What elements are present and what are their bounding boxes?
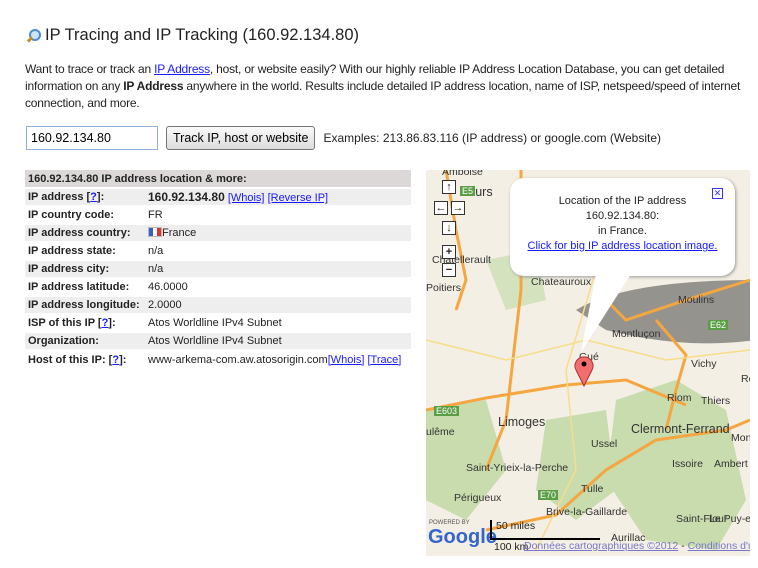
intro-bold: IP Address bbox=[123, 79, 184, 93]
road-shield: E5 bbox=[460, 186, 476, 196]
pan-right-button[interactable]: → bbox=[451, 201, 465, 215]
trace-link[interactable]: [Trace] bbox=[367, 354, 401, 366]
table-row: IP address state: n/a bbox=[25, 241, 411, 260]
row-value: France bbox=[162, 227, 197, 239]
row-label: IP address [ bbox=[28, 191, 91, 203]
row-label: IP address state: bbox=[25, 241, 145, 260]
map-place-label: Amboise bbox=[442, 170, 483, 178]
map-place-label: Ro bbox=[741, 373, 750, 385]
row-value: n/a bbox=[145, 259, 411, 278]
row-label: ISP of this IP [ bbox=[28, 317, 102, 329]
title-text: IP Tracing and IP Tracking (160.92.134.8… bbox=[45, 26, 360, 44]
track-button[interactable]: Track IP, host or website bbox=[166, 126, 316, 150]
bubble-line: 160.92.134.80: bbox=[585, 210, 660, 222]
map-place-label: Chateauroux bbox=[531, 276, 592, 288]
pan-up-button[interactable]: ↑ bbox=[442, 180, 456, 194]
map-place-label: Thiers bbox=[701, 395, 731, 407]
table-row: ISP of this IP [?]: Atos Worldline IPv4 S… bbox=[25, 313, 411, 332]
whois-link[interactable]: [Whois] bbox=[228, 192, 265, 204]
row-value: FR bbox=[145, 205, 411, 224]
table-row: IP address country: France bbox=[25, 223, 411, 242]
table-row: IP address latitude: 46.0000 bbox=[25, 277, 411, 296]
row-label: IP address city: bbox=[25, 259, 145, 278]
row-value: www-arkema-com.aw.atosorigin.com bbox=[148, 353, 328, 366]
map-place-label: Brive-la-Gaillarde bbox=[546, 506, 628, 518]
table-row: IP country code: FR bbox=[25, 205, 411, 224]
location-map[interactable]: Amboise Tours Châtellerault Poitiers Chateau… bbox=[426, 170, 750, 556]
ip-input[interactable] bbox=[26, 126, 158, 150]
row-label: IP address longitude: bbox=[25, 295, 145, 314]
whois-link[interactable]: [Whois] bbox=[328, 354, 365, 366]
row-label: Organization: bbox=[25, 331, 145, 350]
help-link[interactable]: ? bbox=[102, 317, 109, 329]
map-place-label: Vichy bbox=[691, 358, 717, 370]
france-flag-icon bbox=[148, 227, 162, 237]
page-title: IP Tracing and IP Tracking (160.92.134.8… bbox=[25, 26, 359, 45]
pan-down-button[interactable]: ↓ bbox=[442, 221, 456, 235]
table-row: IP address [?]: 160.92.134.80 [Whois] [Re… bbox=[25, 187, 411, 206]
big-image-link[interactable]: Click for big IP address location image. bbox=[528, 240, 718, 252]
table-row: IP address city: n/a bbox=[25, 259, 411, 278]
map-place-label: Poitiers bbox=[426, 282, 462, 294]
ip-address-link[interactable]: IP Address bbox=[154, 62, 210, 76]
map-place-label: ulême bbox=[426, 426, 455, 438]
row-value: 46.0000 bbox=[145, 277, 411, 296]
map-place-label: Ambert bbox=[714, 458, 748, 470]
bubble-line: in France. bbox=[598, 225, 647, 237]
road-shield: E70 bbox=[538, 490, 559, 500]
separator: - bbox=[678, 540, 688, 552]
help-link[interactable]: ? bbox=[90, 191, 97, 203]
map-place-label: Le Puy-en- bbox=[709, 513, 750, 525]
terms-link[interactable]: Conditions d'utilisation bbox=[688, 540, 750, 552]
zoom-out-button[interactable]: − bbox=[442, 263, 456, 277]
scale-miles: 50 miles bbox=[496, 520, 536, 532]
map-place-label: Montluçon bbox=[612, 328, 661, 340]
reverse-ip-link[interactable]: [Reverse IP] bbox=[268, 192, 329, 204]
map-place-label: Clermont-Ferrand bbox=[631, 422, 730, 436]
search-form: Track IP, host or website Examples: 213.… bbox=[26, 126, 661, 150]
zoom-in-button[interactable]: + bbox=[442, 245, 456, 259]
road-shield: E62 bbox=[708, 320, 729, 330]
examples-text: Examples: 213.86.83.116 (IP address) or … bbox=[323, 131, 661, 145]
row-label: Host of this IP: [ bbox=[28, 353, 113, 366]
intro-text: Want to trace or track an IP Address, ho… bbox=[25, 61, 745, 112]
scale-bar: 50 miles bbox=[490, 520, 600, 540]
row-value: 2.0000 bbox=[145, 295, 411, 314]
table-row: Organization: Atos Worldline IPv4 Subnet bbox=[25, 331, 411, 350]
row-value: Atos Worldline IPv4 Subnet bbox=[145, 313, 411, 332]
map-place-label: Ussel bbox=[591, 438, 618, 450]
map-place-label: Mon bbox=[731, 432, 750, 444]
map-place-label: Périgueux bbox=[454, 492, 502, 504]
map-data-link[interactable]: Données cartographiques ©2012 bbox=[524, 540, 678, 552]
bubble-line: Location of the IP address bbox=[558, 195, 687, 207]
intro-part: Want to trace or track an bbox=[25, 62, 155, 76]
google-logo: Google bbox=[428, 526, 497, 548]
info-bubble: ✕ Location of the IP address 160.92.134.… bbox=[510, 178, 735, 276]
help-link[interactable]: ? bbox=[112, 354, 119, 366]
map-place-label: Tulle bbox=[581, 483, 604, 495]
map-place-label: Saint-Yrieix-la-Perche bbox=[466, 462, 569, 474]
road-shield: E603 bbox=[434, 406, 460, 416]
close-icon[interactable]: ✕ bbox=[712, 188, 723, 199]
map-place-label: Limoges bbox=[498, 415, 546, 429]
row-label: IP address latitude: bbox=[25, 277, 145, 296]
map-place-label: Riom bbox=[667, 392, 692, 404]
ip-info-table: 160.92.134.80 IP address location & more… bbox=[25, 170, 411, 368]
map-place-label: Châtellerault bbox=[432, 254, 491, 266]
row-value: n/a bbox=[145, 241, 411, 260]
map-place-label: Issoire bbox=[672, 458, 703, 470]
location-pin-icon bbox=[574, 356, 594, 388]
pan-left-button[interactable]: ← bbox=[434, 201, 448, 215]
table-header: 160.92.134.80 IP address location & more… bbox=[25, 170, 411, 188]
map-place-label: Moulins bbox=[678, 294, 715, 306]
row-value: 160.92.134.80 bbox=[148, 190, 225, 204]
table-row: Host of this IP: [?]: www-arkema-com.aw.a… bbox=[25, 349, 411, 368]
row-label: IP address country: bbox=[25, 223, 145, 242]
row-label: IP country code: bbox=[25, 205, 145, 224]
table-row: IP address longitude: 2.0000 bbox=[25, 295, 411, 314]
row-value: Atos Worldline IPv4 Subnet bbox=[145, 331, 411, 350]
magnifier-icon bbox=[25, 28, 41, 44]
